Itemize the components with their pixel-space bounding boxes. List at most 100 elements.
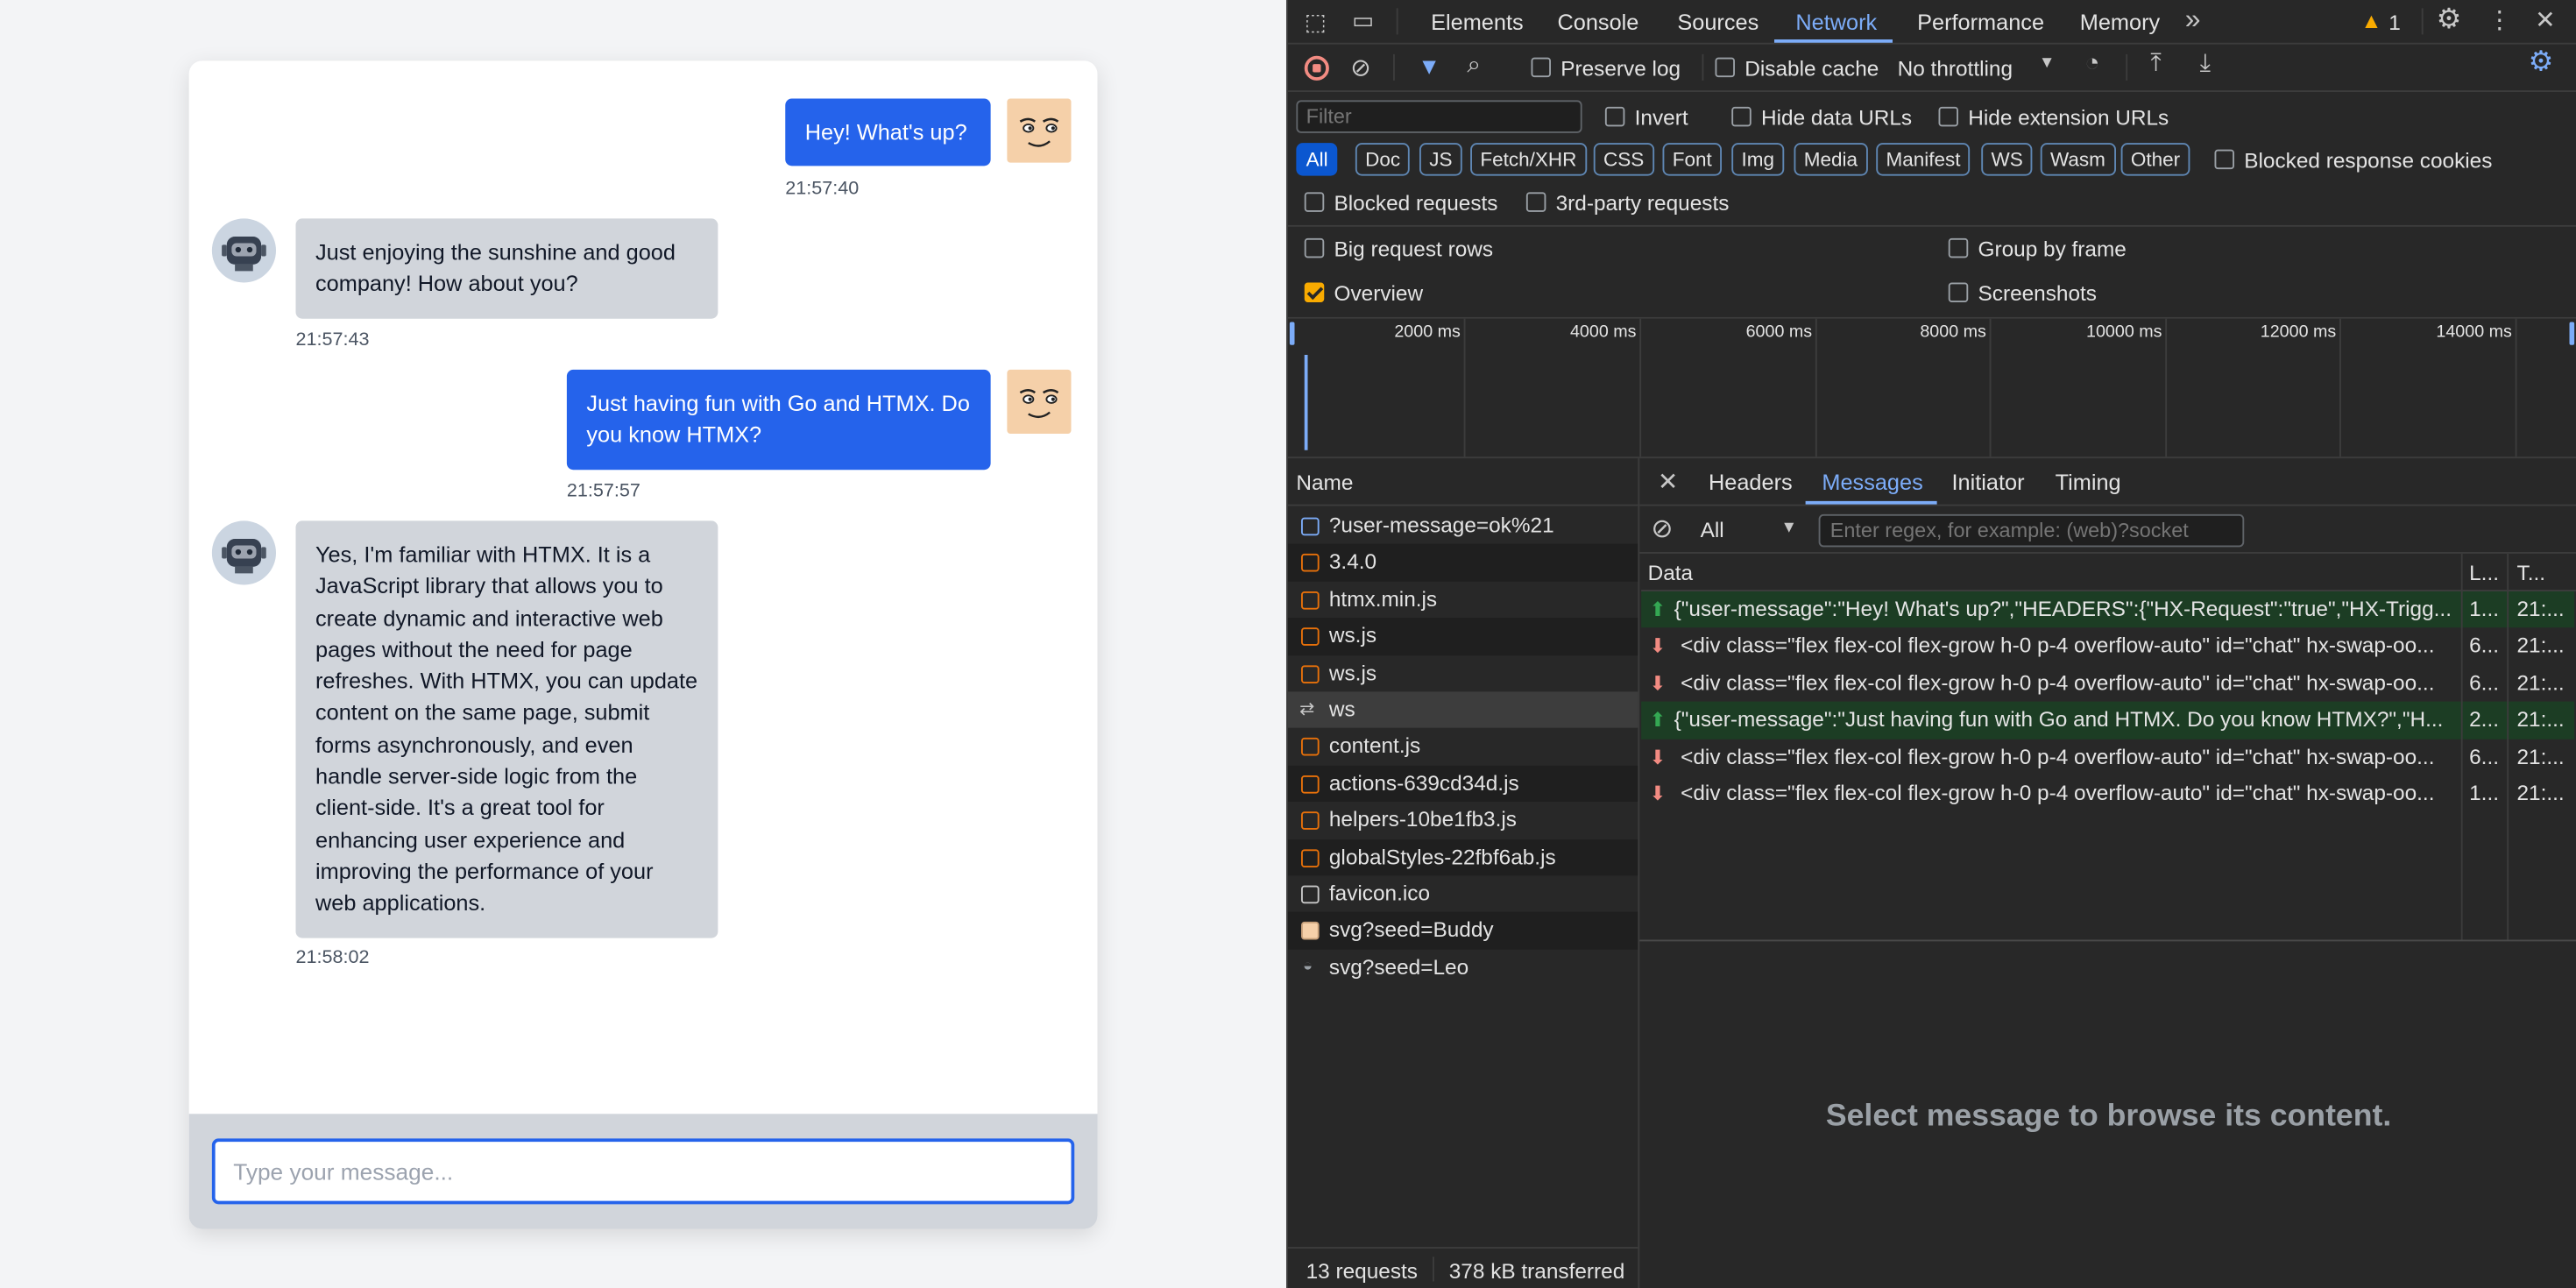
detail-tab-timing[interactable]: Timing <box>2056 470 2121 494</box>
message-input[interactable] <box>211 1138 1075 1205</box>
request-row[interactable]: svg?seed=Buddy <box>1288 912 1638 950</box>
device-toolbar-icon[interactable]: ▭ <box>1352 7 1374 35</box>
network-conditions-icon[interactable]: ◔ <box>2084 49 2099 77</box>
detail-tab-headers[interactable]: Headers <box>1709 470 1793 494</box>
chevron-down-icon[interactable]: ▼ <box>1781 520 1798 538</box>
group-by-frame-checkbox[interactable] <box>1948 237 1969 258</box>
hide-data-urls-checkbox[interactable] <box>1731 106 1752 127</box>
request-name: ws <box>1328 697 1355 722</box>
request-row[interactable]: ?user-message=ok%21 <box>1288 507 1638 544</box>
name-column-header[interactable]: Name <box>1288 458 1638 506</box>
chip-all[interactable]: All <box>1296 143 1338 176</box>
warning-count[interactable]: 1 <box>2388 10 2401 34</box>
request-row[interactable]: ws.js <box>1288 655 1638 691</box>
invert-checkbox[interactable] <box>1604 106 1625 127</box>
frame-length: 6... <box>2469 633 2500 658</box>
request-row[interactable]: actions-639cd34d.js <box>1288 765 1638 803</box>
request-row[interactable]: 3.4.0 <box>1288 544 1638 582</box>
messages-filter-bar: ⊘ All ▼ <box>1639 506 2576 554</box>
request-row[interactable]: globalStyles-22fbf6ab.js <box>1288 839 1638 876</box>
timeline-handle-right[interactable] <box>2569 322 2575 345</box>
hide-extension-urls-checkbox[interactable] <box>1938 106 1958 127</box>
network-toolbar: ⊘ ▼ ⌕ Preserve log Disable cache No thro… <box>1288 45 2576 92</box>
message-frame-row[interactable]: ⬇ <div class="flex flex-col flex-grow h-0… <box>1641 775 2574 812</box>
more-tabs-icon[interactable]: » <box>2185 4 2201 37</box>
chip-font[interactable]: Font <box>1662 143 1723 176</box>
blocked-requests-checkbox[interactable] <box>1304 192 1325 212</box>
tab-network[interactable]: Network <box>1795 10 1877 34</box>
chip-css[interactable]: CSS <box>1593 143 1654 176</box>
chip-js[interactable]: JS <box>1419 143 1462 176</box>
script-icon <box>1301 591 1320 610</box>
request-row[interactable]: content.js <box>1288 728 1638 765</box>
tab-elements[interactable]: Elements <box>1431 10 1524 34</box>
overview-checkbox[interactable] <box>1304 282 1325 302</box>
timeline-tick: 6000 ms <box>1745 322 1813 343</box>
request-row[interactable]: ◒ svg?seed=Leo <box>1288 949 1638 986</box>
network-settings-gear-icon[interactable]: ⚙ <box>2529 46 2554 80</box>
clear-messages-icon[interactable]: ⊘ <box>1651 513 1673 546</box>
throttling-select[interactable]: No throttling <box>1898 56 2013 81</box>
third-party-requests-checkbox[interactable] <box>1525 192 1546 212</box>
detail-tab-messages[interactable]: Messages <box>1822 470 1922 494</box>
clear-icon[interactable]: ⊘ <box>1350 53 1371 82</box>
message-frame-row[interactable]: ⬆ {"user-message":"Just having fun with G… <box>1641 701 2575 739</box>
column-header-time[interactable]: T... <box>2517 560 2546 584</box>
import-har-icon[interactable]: ⤒ <box>2150 49 2161 77</box>
request-row[interactable]: htmx.min.js <box>1288 581 1638 618</box>
chip-media[interactable]: Media <box>1794 143 1868 176</box>
chip-img[interactable]: Img <box>1731 143 1785 176</box>
chip-other[interactable]: Other <box>2120 143 2190 176</box>
timeline-handle-left[interactable] <box>1289 322 1295 345</box>
message-frame-row[interactable]: ⬆ {"user-message":"Hey! What's up?","HEAD… <box>1641 591 2575 628</box>
kebab-menu-icon[interactable]: ⋮ <box>2488 5 2512 35</box>
chip-fetch-xhr[interactable]: Fetch/XHR <box>1470 143 1587 176</box>
message-type-select[interactable]: All <box>1701 518 1724 542</box>
tab-memory[interactable]: Memory <box>2080 10 2160 34</box>
message-frame-row[interactable]: ⬇ <div class="flex flex-col flex-grow h-0… <box>1641 739 2574 775</box>
screenshots-checkbox[interactable] <box>1948 282 1969 302</box>
export-har-icon[interactable]: ⤓ <box>2200 49 2211 77</box>
tab-sources[interactable]: Sources <box>1677 10 1759 34</box>
preserve-log-checkbox[interactable] <box>1531 57 1551 78</box>
message-frame-row[interactable]: ⬇ <div class="flex flex-col flex-grow h-0… <box>1641 665 2574 702</box>
chip-doc[interactable]: Doc <box>1355 143 1411 176</box>
third-party-requests-label: 3rd-party requests <box>1555 190 1730 216</box>
request-row[interactable]: favicon.ico <box>1288 875 1638 912</box>
record-stop-icon[interactable] <box>1304 55 1329 81</box>
filter-funnel-icon[interactable]: ▼ <box>1418 53 1440 79</box>
chip-wasm[interactable]: Wasm <box>2040 143 2116 176</box>
disable-cache-checkbox[interactable] <box>1715 57 1735 78</box>
tab-console[interactable]: Console <box>1558 10 1639 34</box>
column-header-data[interactable]: Data <box>1648 560 1694 584</box>
request-row[interactable]: helpers-10be1fb3.js <box>1288 802 1638 839</box>
tab-performance[interactable]: Performance <box>1917 10 2044 34</box>
chevron-down-icon[interactable]: ▼ <box>2039 54 2056 73</box>
inspect-element-icon[interactable]: ⬚ <box>1305 8 1327 36</box>
blocked-response-cookies-checkbox[interactable] <box>2214 149 2234 170</box>
column-header-length[interactable]: L... <box>2469 560 2499 584</box>
big-request-rows-checkbox[interactable] <box>1304 237 1325 258</box>
settings-gear-icon[interactable]: ⚙ <box>2437 4 2462 37</box>
devtools-panel: ⬚ ▭ Elements Console Sources Network Per… <box>1286 0 2576 1288</box>
filter-input[interactable] <box>1296 100 1582 133</box>
big-request-rows-label: Big request rows <box>1334 237 1494 262</box>
search-icon[interactable]: ⌕ <box>1467 51 1481 79</box>
blocked-requests-label: Blocked requests <box>1334 190 1498 216</box>
warning-icon[interactable]: ▲ <box>2360 8 2381 32</box>
network-status-bar: 13 requests 378 kB transferred <box>1288 1247 1638 1288</box>
messages-regex-input[interactable] <box>1818 513 2245 548</box>
close-detail-icon[interactable]: ✕ <box>1658 467 1679 496</box>
close-icon[interactable]: ✕ <box>2535 5 2556 35</box>
frame-time: 21:... <box>2516 743 2565 768</box>
disable-cache-label: Disable cache <box>1744 55 1879 81</box>
chip-ws[interactable]: WS <box>1981 143 2034 176</box>
chip-manifest[interactable]: Manifest <box>1876 143 1971 176</box>
message-frame-row[interactable]: ⬇ <div class="flex flex-col flex-grow h-0… <box>1641 628 2574 665</box>
file-icon <box>1301 885 1320 904</box>
request-row-selected[interactable]: ⇄ ws <box>1288 691 1638 729</box>
detail-tab-initiator[interactable]: Initiator <box>1952 470 2025 494</box>
face-icon <box>1019 117 1059 147</box>
message-timestamp: 21:58:02 <box>295 947 370 968</box>
request-row[interactable]: ws.js <box>1288 618 1638 655</box>
